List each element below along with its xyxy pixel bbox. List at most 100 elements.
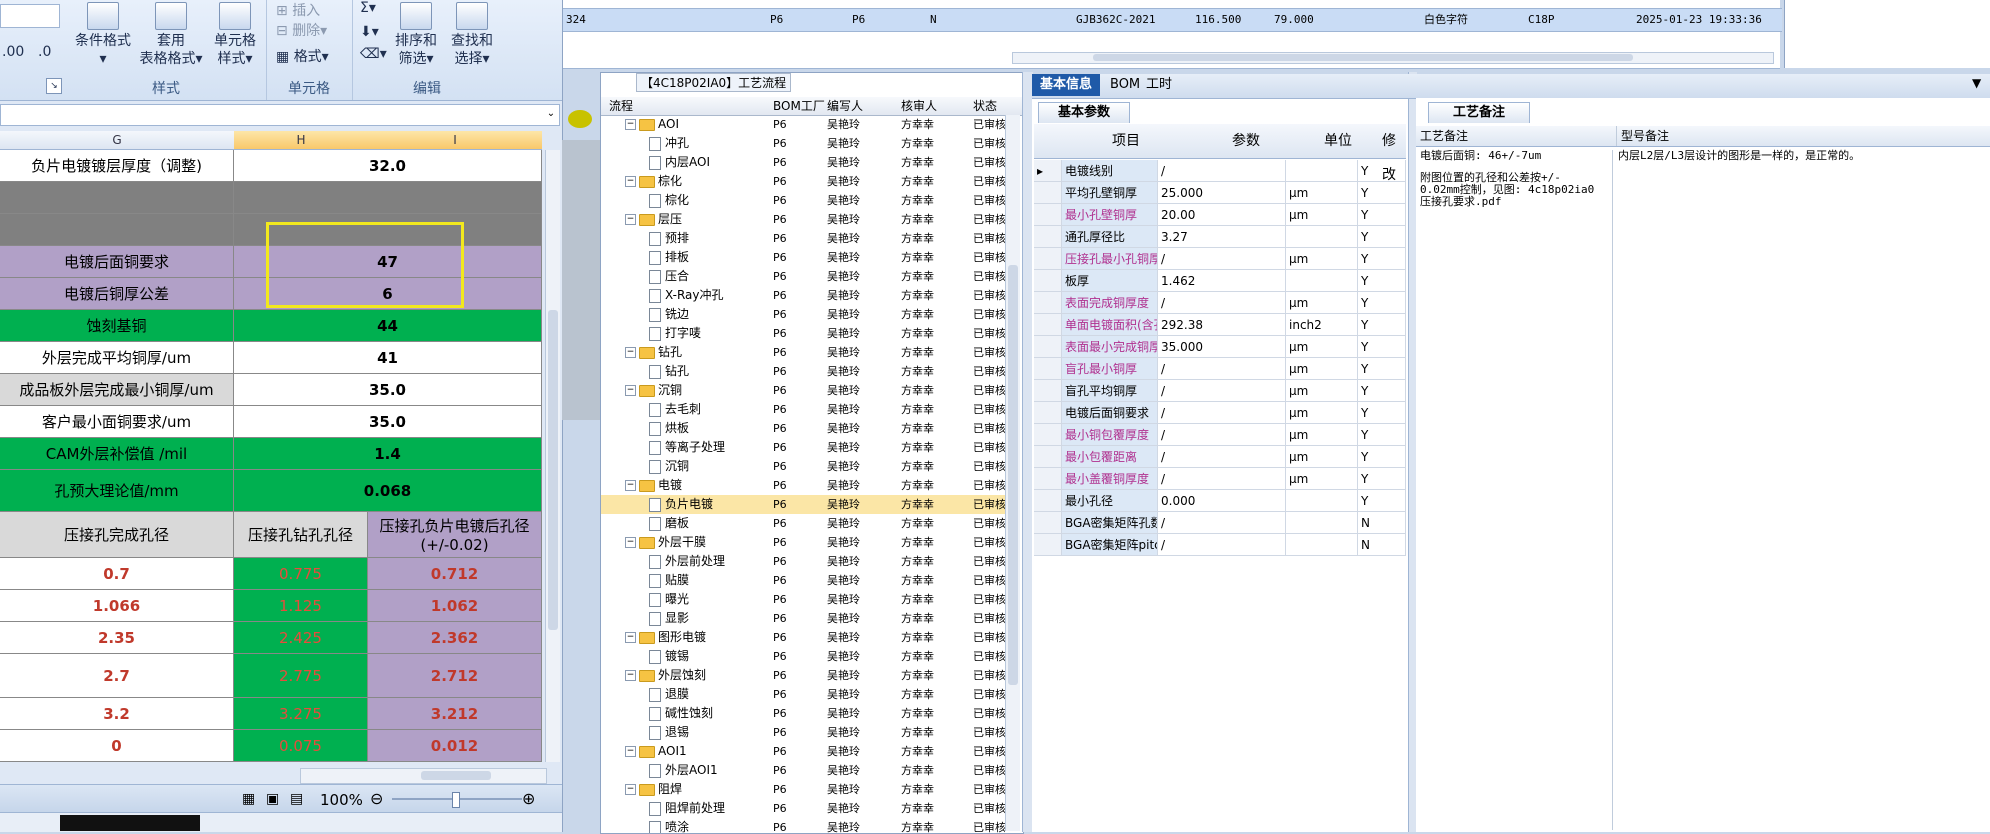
row-indicator[interactable] [1034, 424, 1062, 446]
hole-cell-i[interactable]: 0.012 [368, 730, 542, 762]
cell-label[interactable]: 客户最小面铜要求/um [0, 406, 234, 438]
cell-label[interactable]: 电镀后铜厚公差 [0, 278, 234, 310]
tree-step-row[interactable]: 外层AOI1 P6 吴艳玲 方幸幸 已审核 [601, 761, 1005, 780]
tree-step-row[interactable]: 退膜 P6 吴艳玲 方幸幸 已审核 [601, 685, 1005, 704]
tree-group-row[interactable]: − 图形电镀 P6 吴艳玲 方幸幸 已审核 [601, 628, 1005, 647]
collapse-icon[interactable]: − [625, 214, 636, 225]
collapse-icon[interactable]: − [625, 347, 636, 358]
tree-group-row[interactable]: − 沉铜 P6 吴艳玲 方幸幸 已审核 [601, 381, 1005, 400]
hole-cell-i[interactable]: 2.712 [368, 654, 542, 698]
tree-step-row[interactable]: 铣边 P6 吴艳玲 方幸幸 已审核 [601, 305, 1005, 324]
row-indicator[interactable] [1034, 446, 1062, 468]
hole-cell-g[interactable]: 0 [0, 730, 234, 762]
hole-cell-i[interactable]: 2.362 [368, 622, 542, 654]
hole-cell-g[interactable]: 2.35 [0, 622, 234, 654]
row-indicator[interactable] [1034, 270, 1062, 292]
param-row[interactable]: 通孔厚径比 3.27 Y [1034, 226, 1406, 248]
tree-step-row[interactable]: 压合 P6 吴艳玲 方幸幸 已审核 [601, 267, 1005, 286]
collapse-icon[interactable]: − [625, 385, 636, 396]
cell-value[interactable]: 0.068 [234, 470, 542, 512]
param-row[interactable]: 表面完成铜厚度 / μm Y [1034, 292, 1406, 314]
row-indicator[interactable] [1034, 182, 1062, 204]
expand-formula-icon[interactable]: ⌄ [544, 106, 558, 122]
tree-step-row[interactable]: 内层AOI P6 吴艳玲 方幸幸 已审核 [601, 153, 1005, 172]
decrease-decimal-button[interactable]: .00 [2, 44, 24, 60]
collapse-icon[interactable]: − [625, 632, 636, 643]
param-row[interactable]: 最小孔壁铜厚 20.00 μm Y [1034, 204, 1406, 226]
cell-label[interactable]: 成品板外层完成最小铜厚/um [0, 374, 234, 406]
hole-header-plated[interactable]: 压接孔负片电镀后孔径 (+/-0.02) [368, 512, 542, 558]
params-col-value[interactable]: 参数 [1232, 124, 1260, 158]
tree-step-row[interactable]: 预排 P6 吴艳玲 方幸幸 已审核 [601, 229, 1005, 248]
clear-button[interactable]: ⌫▾ [360, 46, 387, 62]
collapse-icon[interactable]: − [625, 784, 636, 795]
tree-step-row[interactable]: 去毛刺 P6 吴艳玲 方幸幸 已审核 [601, 400, 1005, 419]
hole-cell-h[interactable]: 3.275 [234, 698, 368, 730]
tree-step-row[interactable]: X-Ray冲孔 P6 吴艳玲 方幸幸 已审核 [601, 286, 1005, 305]
tree-step-row[interactable]: 磨板 P6 吴艳玲 方幸幸 已审核 [601, 514, 1005, 533]
cell-label[interactable] [0, 214, 234, 246]
zoom-level[interactable]: 100% [320, 791, 363, 809]
formula-bar[interactable] [0, 104, 560, 126]
excel-vscroll[interactable] [545, 150, 560, 762]
top-grid-selected-row[interactable]: 324 P6 P6 N GJB362C-2021 116.500 79.000 … [562, 8, 1782, 32]
tree-col-process[interactable]: 流程 [609, 97, 633, 115]
params-col-item[interactable]: 项目 [1112, 124, 1140, 158]
cell-label[interactable]: 外层完成平均铜厚/um [0, 342, 234, 374]
notes-col-model[interactable]: 型号备注 [1616, 126, 1669, 146]
tree-group-row[interactable]: − AOI P6 吴艳玲 方幸幸 已审核 [601, 115, 1005, 134]
page-layout-icon[interactable]: ▣ [266, 791, 279, 807]
spreadsheet-grid[interactable]: 负片电镀镀层厚度（调整) 32.0 电镀后面铜要求 47 电镀后铜厚公差 6 蚀刻基铜 44 外… [0, 150, 542, 762]
tree-step-row[interactable]: 退锡 P6 吴艳玲 方幸幸 已审核 [601, 723, 1005, 742]
cell-label[interactable]: 孔预大理论值/mm [0, 470, 234, 512]
tree-step-row[interactable]: 冲孔 P6 吴艳玲 方幸幸 已审核 [601, 134, 1005, 153]
notes-tab[interactable]: 工艺备注 [1428, 102, 1530, 123]
row-indicator[interactable] [1034, 292, 1062, 314]
tree-step-row[interactable]: 外层前处理 P6 吴艳玲 方幸幸 已审核 [601, 552, 1005, 571]
tab-work-hours[interactable]: 工时 [1138, 74, 1180, 96]
cell-value[interactable]: 32.0 [234, 150, 542, 182]
tree-step-row[interactable]: 棕化 P6 吴艳玲 方幸幸 已审核 [601, 191, 1005, 210]
row-indicator[interactable]: ▸ [1034, 160, 1062, 182]
zoom-out-icon[interactable]: ⊖ [370, 789, 383, 808]
hole-cell-g[interactable]: 1.066 [0, 590, 234, 622]
tree-step-row[interactable]: 阻焊前处理 P6 吴艳玲 方幸幸 已审核 [601, 799, 1005, 818]
row-indicator[interactable] [1034, 512, 1062, 534]
cell-value[interactable]: 1.4 [234, 438, 542, 470]
hole-cell-h[interactable]: 1.125 [234, 590, 368, 622]
row-indicator[interactable] [1034, 534, 1062, 556]
column-header-h[interactable]: H [234, 131, 368, 150]
collapse-icon[interactable]: − [625, 670, 636, 681]
zoom-slider[interactable] [392, 792, 522, 808]
hole-cell-g[interactable]: 3.2 [0, 698, 234, 730]
tree-step-row[interactable]: 等离子处理 P6 吴艳玲 方幸幸 已审核 [601, 438, 1005, 457]
cell-styles-button[interactable]: 单元格 样式▾ [206, 2, 264, 68]
process-note-text[interactable]: 电镀后面铜: 46+/-7um 附图位置的孔径和公差按+/- 0.02mm控制，… [1420, 150, 1610, 208]
param-row[interactable]: 压接孔最小孔铜厚 / μm Y [1034, 248, 1406, 270]
column-header-i[interactable]: I [368, 131, 542, 150]
param-row[interactable]: 表面最小完成铜厚 35.000 μm Y [1034, 336, 1406, 358]
hole-cell-h[interactable]: 2.775 [234, 654, 368, 698]
collapse-icon[interactable]: − [625, 746, 636, 757]
delete-button[interactable]: ⊟ 删除▾ [276, 20, 327, 40]
param-row[interactable]: 盲孔平均铜厚 / μm Y [1034, 380, 1406, 402]
tree-col-writer[interactable]: 编写人 [827, 97, 863, 115]
tree-col-reviewer[interactable]: 核审人 [901, 97, 937, 115]
tree-step-row[interactable]: 显影 P6 吴艳玲 方幸幸 已审核 [601, 609, 1005, 628]
format-button[interactable]: ▦ 格式▾ [276, 46, 329, 66]
hole-cell-g[interactable]: 2.7 [0, 654, 234, 698]
normal-view-icon[interactable]: ▦ [242, 791, 255, 807]
cell-value[interactable]: 44 [234, 310, 542, 342]
row-indicator[interactable] [1034, 402, 1062, 424]
cell-label[interactable]: CAM外层补偿值 /mil [0, 438, 234, 470]
subtab-basic-params[interactable]: 基本参数 [1038, 102, 1130, 123]
param-row[interactable]: BGA密集矩阵孔数 / N [1034, 512, 1406, 534]
cell-label[interactable]: 负片电镀镀层厚度（调整) [0, 150, 234, 182]
hole-header-drill[interactable]: 压接孔钻孔孔径 [234, 512, 368, 558]
tree-step-row[interactable]: 沉铜 P6 吴艳玲 方幸幸 已审核 [601, 457, 1005, 476]
cell-value[interactable]: 41 [234, 342, 542, 374]
row-indicator[interactable] [1034, 314, 1062, 336]
tree-group-row[interactable]: − AOI1 P6 吴艳玲 方幸幸 已审核 [601, 742, 1005, 761]
param-row[interactable]: 最小包覆距离 / μm Y [1034, 446, 1406, 468]
param-row[interactable]: 平均孔壁铜厚 25.000 μm Y [1034, 182, 1406, 204]
